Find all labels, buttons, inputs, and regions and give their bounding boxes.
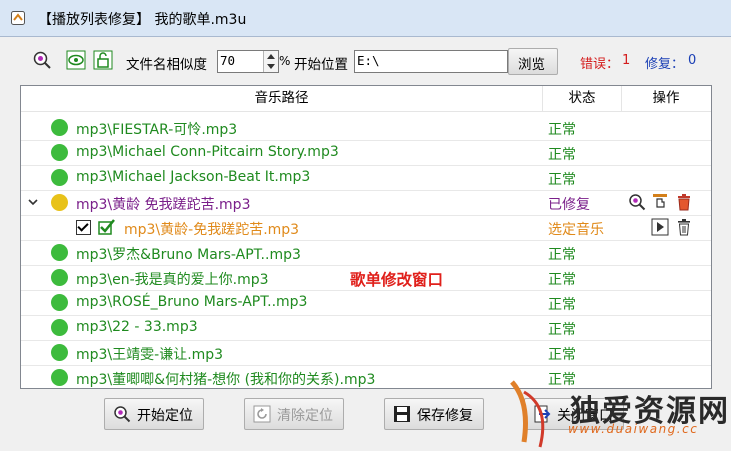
similarity-spinner[interactable] — [217, 50, 279, 73]
document-music-icon — [11, 11, 25, 25]
start-position-label: 开始位置 — [294, 57, 348, 73]
start-locate-label: 开始定位 — [137, 408, 193, 424]
music-note-icon — [51, 119, 68, 136]
overlay-caption: 歌单修改窗口 — [350, 271, 444, 289]
track-status: 已修复 — [548, 197, 590, 213]
track-path: mp3\黄龄-免我蹉跎苦.mp3 — [124, 222, 300, 238]
table-row[interactable]: mp3\Michael Conn-Pitcairn Story.mp3 正常 — [21, 141, 711, 166]
track-status: 正常 — [548, 322, 576, 338]
table-row[interactable]: mp3\Michael Jackson-Beat It.mp3 正常 — [21, 166, 711, 191]
save-fix-button[interactable]: 保存修复 — [384, 398, 484, 430]
table-row[interactable]: mp3\罗杰&Bruno Mars-APT..mp3 正常 — [21, 241, 711, 266]
music-note-icon — [51, 344, 68, 361]
track-status: 正常 — [548, 247, 576, 263]
fix-label: 修复： — [645, 57, 685, 72]
music-note-icon — [51, 244, 68, 261]
window-title: 【播放列表修复】 我的歌单.m3u — [38, 12, 247, 28]
track-path: mp3\FIESTAR-可怜.mp3 — [76, 122, 238, 138]
similarity-label: 文件名相似度 — [126, 57, 207, 73]
error-label: 错误： — [580, 57, 620, 72]
spinner-arrows[interactable] — [263, 51, 278, 72]
search-icon[interactable] — [32, 50, 52, 70]
title-bar: 【播放列表修复】 我的歌单.m3u — [0, 0, 731, 37]
track-status: 正常 — [548, 297, 576, 313]
spinner-up-icon[interactable] — [267, 54, 275, 59]
track-status: 选定音乐 — [548, 222, 604, 238]
lock-icon[interactable] — [93, 50, 113, 70]
track-path: mp3\董唧唧&何村猪-想你 (我和你的关系).mp3 — [76, 372, 376, 388]
track-path: mp3\Michael Jackson-Beat It.mp3 — [76, 169, 311, 185]
track-status: 正常 — [548, 272, 576, 288]
exit-icon — [534, 405, 551, 423]
track-path: mp3\ROSÉ_Bruno Mars-APT..mp3 — [76, 294, 308, 310]
table-row[interactable]: mp3\22 - 33.mp3 正常 — [21, 316, 711, 341]
refresh-icon — [253, 405, 271, 423]
start-path-input[interactable] — [357, 52, 503, 69]
trash-red-icon[interactable] — [675, 193, 693, 211]
browse-label: 浏览 — [518, 57, 545, 73]
column-header-status[interactable]: 状态 — [543, 86, 622, 111]
track-status: 正常 — [548, 122, 576, 138]
track-path: mp3\王靖雯-谦让.mp3 — [76, 347, 224, 363]
column-header-path[interactable]: 音乐路径 — [21, 86, 543, 111]
chevron-down-icon[interactable] — [27, 196, 39, 208]
percent-label: % — [279, 54, 291, 68]
check-box-icon — [98, 219, 115, 235]
music-note-icon — [51, 369, 68, 386]
toolbar: 文件名相似度 % 开始位置 浏览 错误： 1 修复： 0 — [2, 37, 729, 81]
track-path: mp3\Michael Conn-Pitcairn Story.mp3 — [76, 144, 339, 160]
music-list[interactable]: 音乐路径 状态 操作 mp3\FIESTAR-可怜.mp3 正常 mp3\Mic… — [20, 85, 712, 389]
spinner-down-icon[interactable] — [267, 64, 275, 69]
music-note-icon — [51, 144, 68, 161]
locate-icon — [114, 406, 131, 423]
select-checkbox[interactable] — [76, 220, 91, 235]
clear-locate-label: 清除定位 — [277, 408, 333, 424]
trash-icon[interactable] — [675, 218, 693, 236]
pointer-hand-icon[interactable] — [651, 193, 669, 211]
music-note-icon — [51, 269, 68, 286]
music-note-icon — [51, 194, 68, 211]
error-count: 1 — [622, 53, 631, 68]
table-row-candidate[interactable]: mp3\黄龄-免我蹉跎苦.mp3 选定音乐 — [21, 216, 711, 241]
watermark-url: www.duaiwang.cc — [568, 422, 699, 436]
column-header-actions[interactable]: 操作 — [622, 86, 710, 111]
track-path: mp3\罗杰&Bruno Mars-APT..mp3 — [76, 247, 301, 263]
track-path: mp3\en-我是真的爱上你.mp3 — [76, 272, 269, 288]
browse-button[interactable]: 浏览 — [508, 48, 558, 75]
track-path: mp3\22 - 33.mp3 — [76, 319, 198, 335]
search-icon[interactable] — [628, 193, 646, 211]
track-status: 正常 — [548, 172, 576, 188]
list-header: 音乐路径 状态 操作 — [21, 86, 711, 112]
table-row[interactable]: mp3\FIESTAR-可怜.mp3 正常 — [21, 116, 711, 141]
table-row-fixed[interactable]: mp3\黄龄 免我蹉跎苦.mp3 已修复 — [21, 191, 711, 216]
similarity-input[interactable] — [220, 52, 260, 69]
music-note-icon — [51, 294, 68, 311]
music-note-icon — [51, 319, 68, 336]
save-fix-label: 保存修复 — [417, 408, 473, 424]
track-path: mp3\黄龄 免我蹉跎苦.mp3 — [76, 197, 251, 213]
track-status: 正常 — [548, 147, 576, 163]
table-row[interactable]: mp3\ROSÉ_Bruno Mars-APT..mp3 正常 — [21, 291, 711, 316]
save-icon — [394, 406, 410, 422]
music-note-icon — [51, 169, 68, 186]
start-path-box[interactable] — [354, 50, 508, 73]
table-row[interactable]: mp3\王靖雯-谦让.mp3 正常 — [21, 341, 711, 366]
track-status: 正常 — [548, 347, 576, 363]
play-icon[interactable] — [651, 218, 669, 236]
clear-locate-button[interactable]: 清除定位 — [244, 398, 344, 430]
start-locate-button[interactable]: 开始定位 — [104, 398, 204, 430]
fix-count: 0 — [688, 53, 697, 68]
eye-icon[interactable] — [66, 50, 86, 70]
